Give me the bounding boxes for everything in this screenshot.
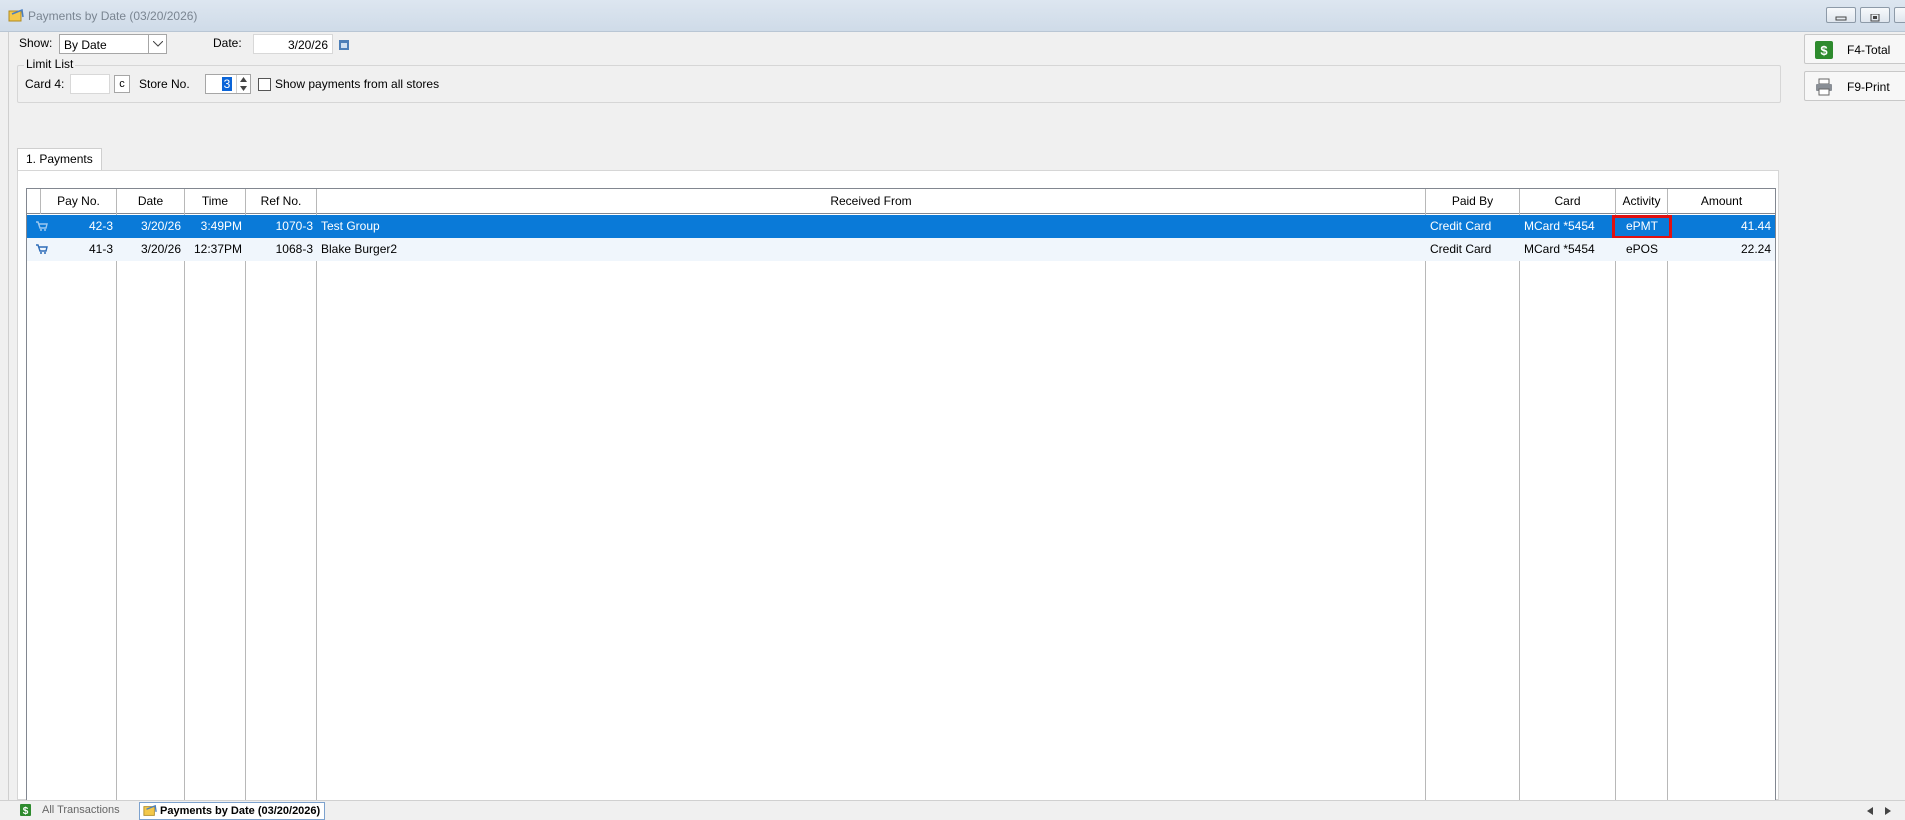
cell-date: 3/20/26 bbox=[140, 242, 181, 256]
cell-received-from: Test Group bbox=[321, 219, 380, 233]
column-divider bbox=[184, 214, 185, 820]
chevron-down-icon[interactable] bbox=[148, 35, 166, 53]
table-header: Pay No. Date Time Ref No. Received From … bbox=[27, 189, 1775, 214]
col-header-received-from[interactable]: Received From bbox=[317, 189, 1426, 214]
minimize-button[interactable] bbox=[1826, 7, 1856, 23]
all-stores-checkbox[interactable] bbox=[258, 78, 271, 91]
date-input[interactable]: 3/20/26 bbox=[253, 34, 333, 54]
cell-time: 3:49PM bbox=[200, 219, 242, 233]
f9-print-button[interactable]: F9-Print bbox=[1804, 71, 1905, 101]
table-row[interactable]: 42-3 3/20/26 3:49PM 1070-3 Test Group Cr… bbox=[27, 215, 1775, 238]
table-row[interactable]: 41-3 3/20/26 12:37PM 1068-3 Blake Burger… bbox=[27, 238, 1775, 261]
card4-label: Card 4: bbox=[25, 77, 65, 91]
col-header-time[interactable]: Time bbox=[185, 189, 246, 214]
column-divider bbox=[1667, 214, 1668, 820]
f4-total-label: F4-Total bbox=[1847, 43, 1891, 57]
col-header-card[interactable]: Card bbox=[1520, 189, 1616, 214]
minimize-icon bbox=[1835, 11, 1847, 21]
cell-amount: 22.24 bbox=[1740, 242, 1771, 256]
date-label: Date: bbox=[213, 36, 242, 50]
cell-pay-no: 42-3 bbox=[88, 219, 113, 233]
store-no-spinner[interactable]: 3 bbox=[205, 74, 251, 94]
window-taskbar: $ All Transactions Payments by Date (03/… bbox=[0, 800, 1905, 820]
restore-button[interactable] bbox=[1860, 7, 1890, 23]
f4-total-button[interactable]: $ F4-Total bbox=[1804, 34, 1905, 64]
cell-card: MCard *5454 bbox=[1524, 242, 1595, 256]
title-bar: Payments by Date (03/20/2026) bbox=[0, 0, 1905, 32]
col-header-activity[interactable]: Activity bbox=[1616, 189, 1668, 214]
cell-card: MCard *5454 bbox=[1524, 219, 1595, 233]
column-divider bbox=[245, 214, 246, 820]
cell-date: 3/20/26 bbox=[140, 219, 181, 233]
taskbar-payments-by-date[interactable]: Payments by Date (03/20/2026) bbox=[139, 802, 326, 820]
all-stores-label[interactable]: Show payments from all stores bbox=[275, 77, 439, 91]
scroll-right-icon[interactable] bbox=[1884, 807, 1892, 815]
cell-paid-by: Credit Card bbox=[1430, 219, 1492, 233]
card4-input[interactable] bbox=[70, 74, 110, 94]
payments-table: Pay No. Date Time Ref No. Received From … bbox=[26, 188, 1776, 820]
column-divider bbox=[116, 214, 117, 820]
printer-icon bbox=[1816, 78, 1832, 96]
restore-icon bbox=[1869, 11, 1881, 22]
col-header-date[interactable]: Date bbox=[117, 189, 185, 214]
dollar-icon: $ bbox=[20, 804, 31, 816]
column-divider bbox=[316, 214, 317, 820]
store-no-value: 3 bbox=[222, 77, 232, 91]
col-header-amount[interactable]: Amount bbox=[1668, 189, 1775, 214]
column-divider bbox=[1615, 214, 1616, 820]
cell-pay-no: 41-3 bbox=[88, 242, 113, 256]
date-input-value: 3/20/26 bbox=[287, 38, 328, 52]
window-title: Payments by Date (03/20/2026) bbox=[28, 9, 198, 23]
cell-amount: 41.44 bbox=[1740, 219, 1771, 233]
c-button[interactable]: c bbox=[114, 75, 130, 93]
scroll-left-icon[interactable] bbox=[1866, 807, 1874, 815]
spinner-arrows-icon[interactable] bbox=[236, 75, 250, 93]
taskbar-all-transactions[interactable]: $ All Transactions bbox=[18, 802, 126, 820]
col-header-pay-no[interactable]: Pay No. bbox=[41, 189, 117, 214]
svg-text:$: $ bbox=[23, 806, 29, 816]
show-label: Show: bbox=[19, 36, 53, 50]
col-header-ref-no[interactable]: Ref No. bbox=[246, 189, 317, 214]
taskbar-item-label: All Transactions bbox=[42, 804, 120, 816]
cell-activity: ePOS bbox=[1625, 242, 1658, 256]
limit-list-title: Limit List bbox=[24, 57, 76, 71]
cell-paid-by: Credit Card bbox=[1430, 242, 1492, 256]
dollar-icon: $ bbox=[1815, 41, 1833, 59]
column-divider bbox=[1425, 214, 1426, 820]
activity-highlight-box bbox=[1612, 215, 1672, 239]
svg-text:$: $ bbox=[1820, 43, 1828, 58]
col-header-icon bbox=[27, 189, 41, 214]
f9-print-label: F9-Print bbox=[1847, 80, 1890, 94]
cell-ref-no: 1070-3 bbox=[275, 219, 313, 233]
payments-window-icon bbox=[143, 804, 157, 816]
main-area: Show: By Date Date: 3/20/26 Limit List C… bbox=[8, 32, 1790, 820]
col-header-paid-by[interactable]: Paid By bbox=[1426, 189, 1520, 214]
close-button[interactable] bbox=[1894, 7, 1905, 23]
tab-payments-label: 1. Payments bbox=[26, 152, 93, 166]
taskbar-item-label: Payments by Date (03/20/2026) bbox=[160, 805, 321, 817]
calendar-icon[interactable] bbox=[339, 40, 349, 50]
limit-list-group: Limit List Card 4: c Store No. 3 Show pa… bbox=[17, 57, 1781, 103]
cell-time: 12:37PM bbox=[193, 242, 242, 256]
cell-received-from: Blake Burger2 bbox=[321, 242, 398, 256]
show-select[interactable]: By Date bbox=[59, 34, 167, 54]
payments-window-icon bbox=[8, 8, 24, 22]
column-divider bbox=[1519, 214, 1520, 820]
show-select-value: By Date bbox=[64, 38, 107, 52]
store-no-label: Store No. bbox=[139, 77, 190, 91]
tab-payments[interactable]: 1. Payments bbox=[17, 148, 102, 170]
cell-ref-no: 1068-3 bbox=[275, 242, 313, 256]
